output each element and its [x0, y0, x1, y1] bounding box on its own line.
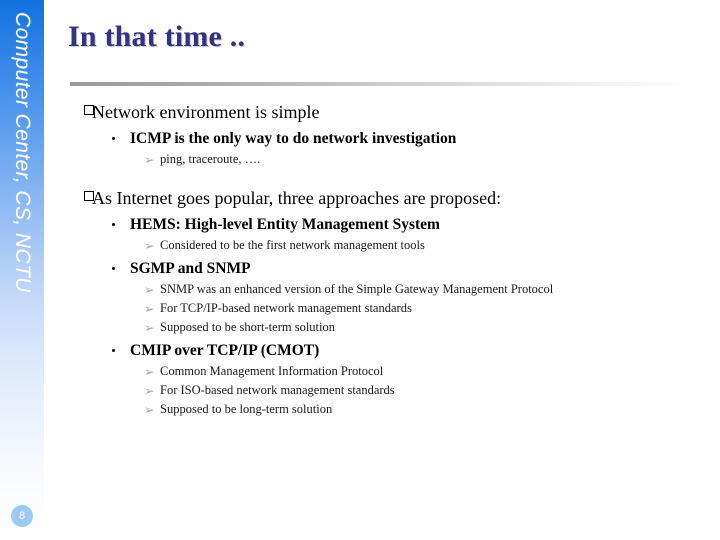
arrow-bullet-icon: ➢ [144, 321, 155, 335]
arrow-bullet-icon: ➢ [144, 403, 155, 417]
arrow-bullet-icon: ➢ [144, 283, 155, 297]
arrow-bullet-icon: ➢ [144, 384, 155, 398]
dot-bullet-icon [112, 137, 115, 140]
outline-level2-item: SGMP and SNMP [44, 258, 720, 279]
outline-level1-text: As Internet goes popular, three approach… [92, 188, 502, 208]
outline-level2-item: CMIP over TCP/IP (CMOT) [44, 340, 720, 361]
outline-level2-text: SGMP and SNMP [130, 260, 251, 277]
outline-level3-item: ➢ Supposed to be short-term solution [44, 318, 720, 336]
outline-level3-text: Considered to be the first network manag… [160, 238, 425, 252]
slide-title: In that time .. [68, 20, 246, 53]
outline-level3-item: ➢ SNMP was an enhanced version of the Si… [44, 280, 720, 298]
outline-level3-text: Supposed to be long-term solution [160, 402, 333, 416]
arrow-bullet-icon: ➢ [144, 302, 155, 316]
outline-level3-item: ➢ For TCP/IP-based network management st… [44, 299, 720, 317]
outline-level3-text: For ISO-based network management standar… [160, 383, 395, 397]
outline-level2-item: ICMP is the only way to do network inves… [44, 128, 720, 149]
outline-level3-text: For TCP/IP-based network management stan… [160, 301, 412, 315]
title-divider-rule [70, 82, 702, 86]
slide-body: Network environment is simple ICMP is th… [44, 100, 720, 500]
sidebar-decoration: Computer Center, CS, NCTU 8 [0, 0, 44, 540]
page-number-badge: 8 [11, 505, 33, 527]
outline-level2-text: HEMS: High-level Entity Management Syste… [130, 216, 440, 233]
arrow-bullet-icon: ➢ [144, 153, 155, 167]
square-bullet-icon [84, 191, 94, 201]
outline-level3-item: ➢ ping, traceroute, …. [44, 150, 720, 168]
arrow-bullet-icon: ➢ [144, 239, 155, 253]
outline-level3-item: ➢ For ISO-based network management stand… [44, 381, 720, 399]
outline-level3-item: ➢ Supposed to be long-term solution [44, 400, 720, 418]
dot-bullet-icon [112, 349, 115, 352]
sidebar-branding-label: Computer Center, CS, NCTU [11, 12, 34, 293]
outline-level2-text: CMIP over TCP/IP (CMOT) [130, 342, 320, 359]
outline-level2-item: HEMS: High-level Entity Management Syste… [44, 214, 720, 235]
outline-level1-item: Network environment is simple [44, 100, 720, 124]
dot-bullet-icon [112, 267, 115, 270]
slide-canvas: Computer Center, CS, NCTU 8 In that time… [0, 0, 720, 540]
outline-level3-text: ping, traceroute, …. [160, 152, 261, 166]
outline-level3-text: SNMP was an enhanced version of the Simp… [160, 282, 554, 296]
outline-level3-item: ➢ Considered to be the first network man… [44, 236, 720, 254]
outline-level3-text: Supposed to be short-term solution [160, 320, 335, 334]
square-bullet-icon [84, 105, 94, 115]
outline-level1-text: Network environment is simple [92, 102, 320, 122]
outline-level3-item: ➢ Common Management Information Protocol [44, 362, 720, 380]
outline-level1-item: As Internet goes popular, three approach… [44, 186, 720, 210]
outline-level2-text: ICMP is the only way to do network inves… [130, 130, 457, 147]
arrow-bullet-icon: ➢ [144, 365, 155, 379]
outline-level3-text: Common Management Information Protocol [160, 364, 384, 378]
dot-bullet-icon [112, 223, 115, 226]
